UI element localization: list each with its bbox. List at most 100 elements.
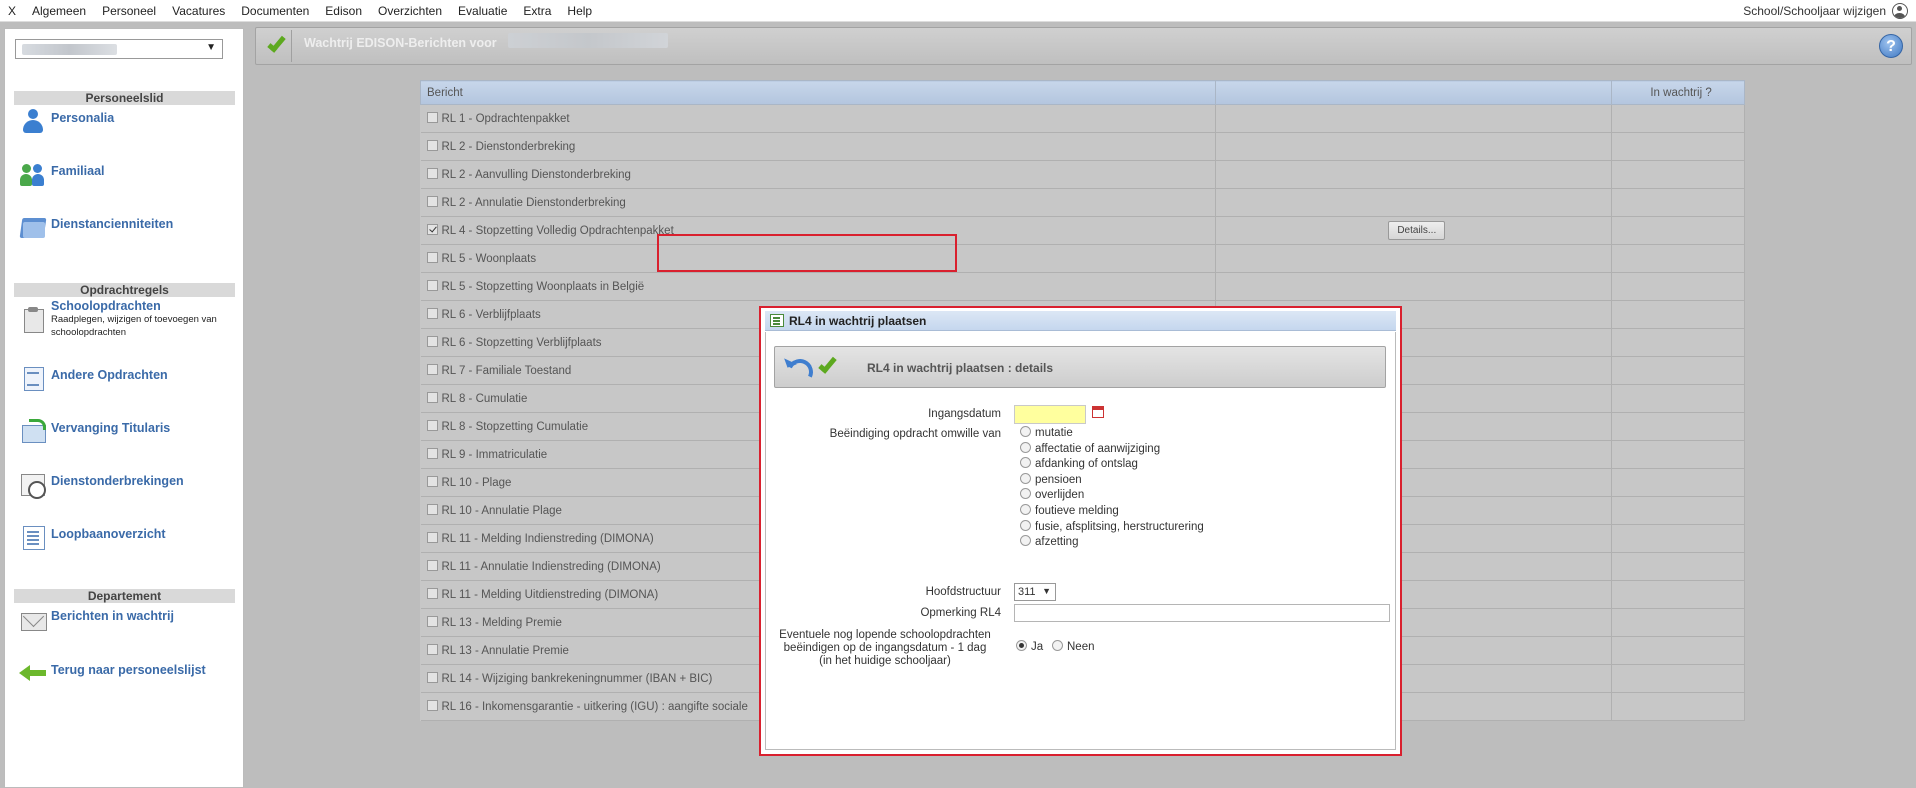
confirm-button[interactable] [813,353,843,383]
reason-option[interactable]: affectatie of aanwijziging [1020,441,1161,455]
menu-evaluatie[interactable]: Evaluatie [450,4,515,18]
cell-details [1215,104,1613,133]
sidebar-item-label: Loopbaanoverzicht [51,527,166,541]
cell-bericht: RL 2 - Annulatie Dienstonderbreking [420,188,1217,217]
details-button[interactable]: Details... [1388,221,1446,240]
row-label: RL 2 - Aanvulling Dienstonderbreking [441,169,631,181]
menu-bar: X Algemeen Personeel Vacatures Documente… [0,0,1916,22]
cell-in-wachtrij [1611,300,1745,329]
label-eventueel-line3: (in het huidige schooljaar) [819,655,951,667]
radio-indicator [1020,472,1031,484]
row-label: RL 14 - Wijziging bankrekeningnummer (IB… [441,673,713,685]
dialog-body: RL4 in wachtrij plaatsen : details Ingan… [765,332,1396,750]
row-checkbox[interactable] [426,196,438,207]
sidebar-item-familiaal[interactable]: Familiaal [19,160,105,188]
sidebar-item-schoolopdrachten[interactable]: Schoolopdrachten Raadplegen, wijzigen of… [19,299,231,339]
menu-vacatures[interactable]: Vacatures [164,4,233,18]
menu-personeel[interactable]: Personeel [94,4,164,18]
school-select[interactable]: ▼ [15,39,223,59]
ingangsdatum-input[interactable] [1014,405,1086,424]
opmerking-input[interactable] [1014,604,1390,622]
col-header-bericht: Bericht [419,80,1217,105]
row-checkbox[interactable] [426,616,438,627]
sidebar-item-vervanging-titularis[interactable]: Vervanging Titularis [19,417,170,445]
row-checkbox[interactable] [426,168,438,179]
sidebar-item-sublabel: Raadplegen, wijzigen of toevoegen van sc… [51,314,217,338]
radio-neen[interactable]: Neen [1052,640,1095,653]
row-checkbox[interactable] [426,112,438,123]
row-checkbox[interactable] [426,336,438,347]
swap-icon [19,417,47,445]
reason-option[interactable]: afdanking of ontslag [1020,457,1138,470]
reason-option[interactable]: pensioen [1020,472,1082,486]
row-checkbox[interactable] [426,420,438,431]
help-icon[interactable]: ? [1879,34,1903,58]
menu-overzichten[interactable]: Overzichten [370,4,450,18]
clipboard-icon [19,305,47,333]
label-eventueel: Eventuele nog lopende schoolopdrachten b… [766,629,1004,668]
undo-icon[interactable] [781,355,809,379]
school-year-link[interactable]: School/Schooljaar wijzigen [1743,4,1886,18]
reason-option[interactable]: afzetting [1020,535,1078,548]
menu-help[interactable]: Help [559,4,600,18]
row-checkbox[interactable] [426,504,438,515]
sidebar-item-andere-opdrachten[interactable]: Andere Opdrachten [19,364,168,392]
confirm-button[interactable] [260,30,292,62]
row-checkbox[interactable] [426,588,438,599]
reason-option[interactable]: mutatie [1020,426,1073,439]
cell-in-wachtrij [1611,608,1745,637]
cell-in-wachtrij [1611,692,1745,721]
reason-label: affectatie of aanwijziging [1035,442,1161,455]
row-checkbox[interactable] [426,280,438,291]
reason-option[interactable]: foutieve melding [1020,504,1119,517]
menu-algemeen[interactable]: Algemeen [24,4,94,18]
row-checkbox[interactable] [426,392,438,403]
envelope-icon [19,605,47,633]
row-checkbox[interactable] [426,644,438,655]
dialog-toolbar: RL4 in wachtrij plaatsen : details [774,346,1386,388]
menu-edison[interactable]: Edison [317,4,370,18]
row-checkbox[interactable] [426,700,438,711]
radio-ja[interactable]: Ja [1016,640,1043,653]
row-label: RL 2 - Dienstonderbreking [441,141,576,153]
menu-extra[interactable]: Extra [515,4,559,18]
cell-bericht: RL 1 - Opdrachtenpakket [420,104,1217,133]
label-hoofdstructuur: Hoofdstructuur [925,586,1001,598]
cell-in-wachtrij [1611,328,1745,357]
row-checkbox[interactable] [426,560,438,571]
row-checkbox[interactable] [426,476,438,487]
table-row: RL 2 - Dienstonderbreking [420,132,1745,161]
cell-details [1215,160,1613,189]
user-icon[interactable] [1892,3,1908,19]
hoofdstructuur-select[interactable]: 311 ▼ [1014,583,1056,601]
row-label: RL 13 - Melding Premie [441,617,562,629]
folder-icon [19,213,47,241]
row-checkbox[interactable] [426,308,438,319]
menu-close[interactable]: X [0,4,24,18]
row-checkbox[interactable] [426,252,438,263]
row-checkbox[interactable] [426,448,438,459]
check-icon [267,33,286,53]
radio-ja-label: Ja [1031,641,1044,653]
cell-bericht: RL 5 - Stopzetting Woonplaats in België [420,272,1217,301]
row-checkbox[interactable] [426,224,438,235]
sidebar-item-dienstancienniteiten[interactable]: Dienstancienniteiten [19,213,173,241]
radio-indicator [1020,457,1031,469]
menu-documenten[interactable]: Documenten [233,4,317,18]
reason-option[interactable]: overlijden [1020,488,1084,501]
table-row: RL 5 - Woonplaats [420,244,1745,273]
sidebar-item-terug[interactable]: Terug naar personeelslijst [19,659,206,687]
row-checkbox[interactable] [426,672,438,683]
col-header-in-wachtrij: In wachtrij ? [1611,80,1745,105]
sidebar-item-loopbaanoverzicht[interactable]: Loopbaanoverzicht [19,523,166,551]
sidebar-item-berichten-in-wachtrij[interactable]: Berichten in wachtrij [19,605,174,633]
row-checkbox[interactable] [426,364,438,375]
row-label: RL 1 - Opdrachtenpakket [441,113,570,125]
calendar-icon[interactable] [1092,406,1104,418]
cell-in-wachtrij [1611,496,1745,525]
sidebar-item-personalia[interactable]: Personalia [19,107,114,135]
sidebar-item-dienstonderbrekingen[interactable]: Dienstonderbrekingen [19,470,184,499]
row-checkbox[interactable] [426,140,438,151]
reason-option[interactable]: fusie, afsplitsing, herstructurering [1020,519,1204,533]
row-checkbox[interactable] [426,532,438,543]
